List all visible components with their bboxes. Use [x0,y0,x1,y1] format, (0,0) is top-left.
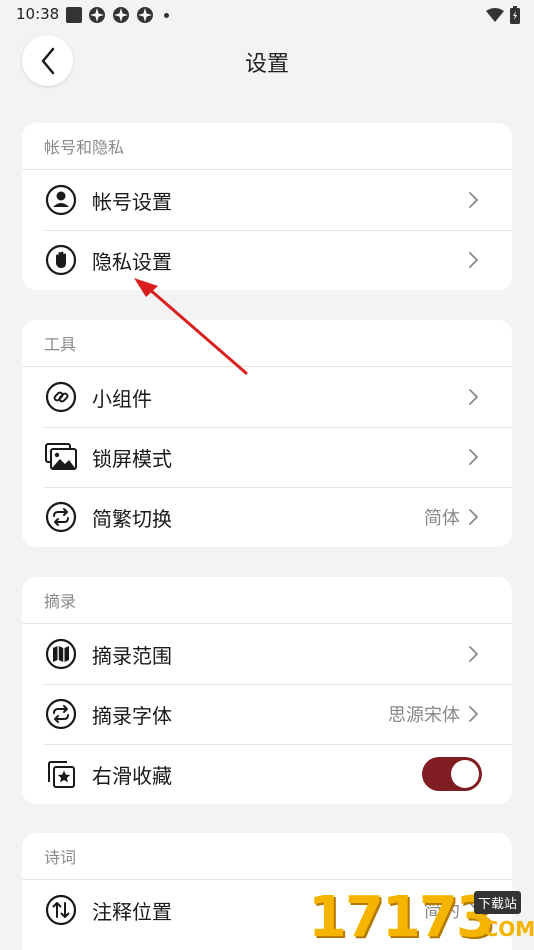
settings-item-excerpt-font[interactable]: 摘录字体 思源宋体 [22,684,512,744]
section-excerpt: 摘录 摘录范围 摘录字体 思源宋体 右滑收藏 [22,577,512,804]
section-title: 帐号和隐私 [22,123,512,170]
settings-item-label: 摘录字体 [92,703,172,728]
chevron-right-icon [469,449,479,465]
settings-item-label: 摘录范围 [92,643,172,668]
wifi-icon [486,7,504,22]
settings-item-swipe-favorite: 右滑收藏 [22,744,512,804]
user-icon [44,183,78,217]
page-title: 设置 [244,52,289,77]
section-title: 工具 [22,320,512,367]
swap-icon [44,697,78,731]
sort-arrows-icon [44,893,78,927]
map-icon [44,637,78,671]
pinwheel-icon [137,7,153,23]
settings-item-excerpt-range[interactable]: 摘录范围 [22,624,512,684]
settings-item-label: 隐私设置 [92,249,172,274]
settings-item-account[interactable]: 帐号设置 [22,170,512,230]
settings-item-label: 帐号设置 [92,189,172,214]
chevron-right-icon [469,252,479,268]
settings-item-value: 简体 [424,508,460,529]
chevron-right-icon [469,389,479,405]
swipe-favorite-toggle[interactable] [422,757,482,791]
system-icons [486,6,520,24]
settings-item-widget[interactable]: 小组件 [22,367,512,427]
settings-item-label: 小组件 [92,386,152,411]
toggle-knob [451,760,479,788]
settings-item-label: 简繁切换 [92,506,172,531]
section-account-privacy: 帐号和隐私 帐号设置 隐私设置 [22,123,512,290]
pinwheel-icon [113,7,129,23]
status-time: 10:38 [16,5,60,23]
link-icon [44,380,78,414]
settings-item-privacy[interactable]: 隐私设置 [22,230,512,290]
section-tools: 工具 小组件 锁屏模式 简繁切换 简体 [22,320,512,547]
star-stack-icon [44,757,78,791]
section-title: 摘录 [22,577,512,624]
settings-item-lockscreen[interactable]: 锁屏模式 [22,427,512,487]
notification-icons [66,6,169,24]
chevron-right-icon [469,509,479,525]
status-bar: 10:38 [0,0,534,30]
chevron-right-icon [469,706,479,722]
swap-icon [44,500,78,534]
settings-item-script-convert[interactable]: 简繁切换 简体 [22,487,512,547]
section-title: 诗词 [22,833,512,880]
pinwheel-icon [89,7,105,23]
watermark-tag: 下载站 [474,891,522,914]
hand-icon [44,243,78,277]
more-notifications-dot-icon [164,12,169,18]
settings-item-value: 思源宋体 [388,705,460,726]
watermark-digits: 17173 [308,885,495,950]
watermark-domain: .COM [476,917,534,941]
battery-icon [510,6,520,24]
app-notification-icon [66,7,82,23]
settings-item-label: 锁屏模式 [92,446,172,471]
site-watermark: 17173 下载站 .COM [300,885,534,950]
chevron-right-icon [469,192,479,208]
chevron-right-icon [469,646,479,662]
image-stack-icon [44,440,78,474]
